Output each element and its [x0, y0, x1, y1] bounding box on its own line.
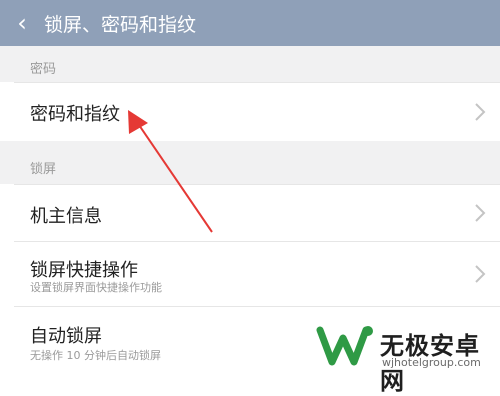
watermark-logo-icon: [316, 326, 373, 366]
chevron-right-icon: [475, 265, 486, 283]
chevron-left-icon: ‹: [17, 9, 27, 37]
item-subtitle: 无操作 10 分钟后自动锁屏: [30, 349, 161, 362]
section-header-lockscreen: 锁屏: [0, 141, 500, 184]
item-title: 密码和指纹: [30, 104, 120, 125]
item-title: 机主信息: [30, 206, 102, 227]
item-title: 自动锁屏: [30, 326, 102, 347]
watermark-url: wjhotelgroup.com: [382, 356, 481, 369]
back-button[interactable]: ‹: [0, 0, 44, 46]
chevron-right-icon: [475, 103, 486, 121]
list-item-password-fingerprint[interactable]: 密码和指纹: [0, 83, 500, 141]
section-header-password: 密码: [0, 46, 500, 82]
item-subtitle: 设置锁屏界面快捷操作功能: [30, 281, 162, 294]
page-title: 锁屏、密码和指纹: [44, 13, 197, 36]
top-bar: ‹ 锁屏、密码和指纹: [0, 0, 500, 46]
section-label: 锁屏: [30, 162, 57, 177]
list-item-lockscreen-shortcuts[interactable]: 锁屏快捷操作 设置锁屏界面快捷操作功能: [0, 242, 500, 306]
chevron-right-icon: [475, 204, 486, 222]
section-label: 密码: [30, 62, 57, 77]
list-item-owner-info[interactable]: 机主信息: [0, 185, 500, 241]
